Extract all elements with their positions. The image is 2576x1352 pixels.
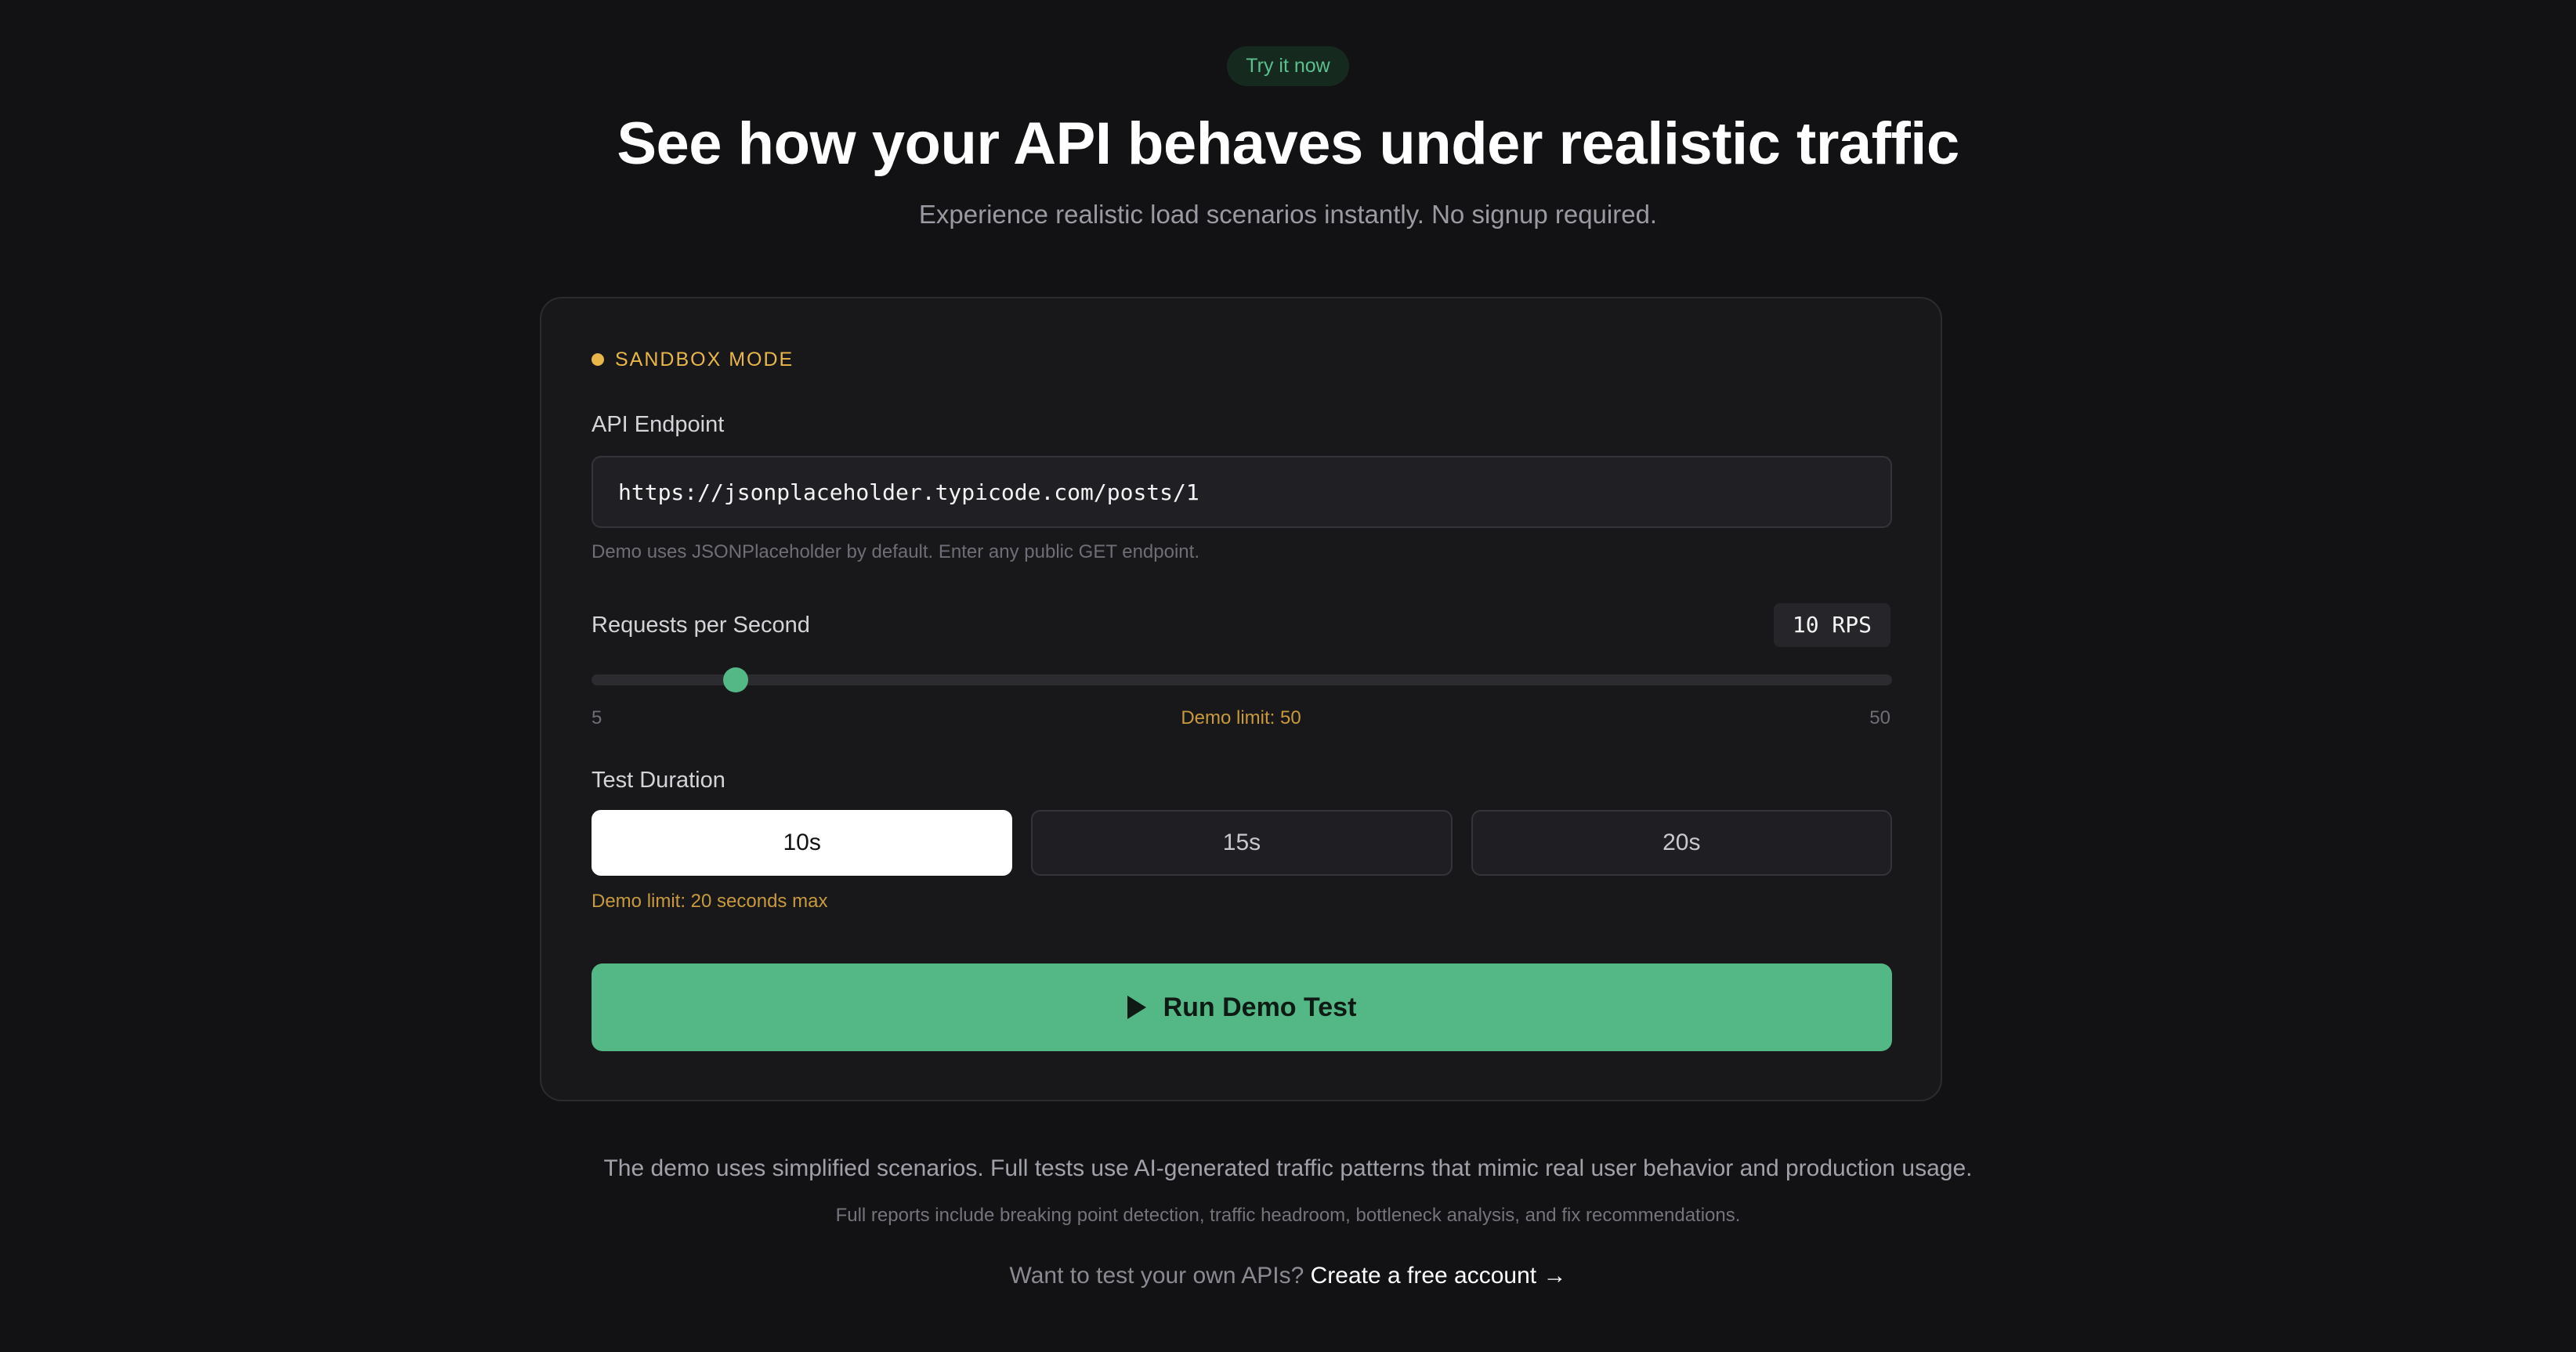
sandbox-mode-indicator: SANDBOX MODE (592, 347, 794, 372)
duration-option-15s[interactable]: 15s (1031, 810, 1453, 876)
demo-card: SANDBOX MODE API Endpoint Demo uses JSON… (540, 297, 1942, 1101)
page-subtitle: Experience realistic load scenarios inst… (918, 200, 1658, 229)
rps-slider-thumb[interactable] (723, 667, 749, 692)
duration-hint: Demo limit: 20 seconds max (592, 891, 828, 912)
rps-slider-max: 50 (1869, 707, 1890, 728)
run-demo-test-button[interactable]: Run Demo Test (592, 963, 1892, 1051)
footer-description: The demo uses simplified scenarios. Full… (603, 1155, 1973, 1181)
demo-page: Try it now See how your API behaves unde… (0, 0, 2576, 1352)
duration-label: Test Duration (592, 768, 725, 793)
footer-reports-note: Full reports include breaking point dete… (835, 1205, 1741, 1226)
footer-cta: Want to test your own APIs? Create a fre… (0, 1260, 2576, 1292)
endpoint-input[interactable] (592, 456, 1892, 528)
status-dot-icon (592, 353, 604, 366)
try-it-now-badge: Try it now (1227, 46, 1349, 86)
rps-demo-limit: Demo limit: 50 (1181, 707, 1301, 728)
play-icon (1127, 996, 1146, 1019)
sandbox-mode-label: SANDBOX MODE (615, 349, 794, 371)
rps-value-display: 10 RPS (1773, 603, 1890, 647)
endpoint-label: API Endpoint (592, 412, 725, 437)
duration-option-20s[interactable]: 20s (1471, 810, 1892, 876)
rps-slider[interactable] (592, 667, 1892, 692)
duration-options: 10s 15s 20s (592, 810, 1892, 876)
page-title: See how your API behaves under realistic… (617, 110, 1959, 177)
endpoint-hint: Demo uses JSONPlaceholder by default. En… (592, 541, 1199, 562)
duration-option-10s[interactable]: 10s (592, 810, 1013, 876)
rps-label: Requests per Second (592, 613, 810, 638)
run-demo-test-label: Run Demo Test (1163, 992, 1357, 1022)
badge-container: Try it now (0, 46, 2576, 86)
create-account-link[interactable]: Create a free account → (1311, 1263, 1567, 1289)
cta-prefix: Want to test your own APIs? (1009, 1263, 1304, 1289)
